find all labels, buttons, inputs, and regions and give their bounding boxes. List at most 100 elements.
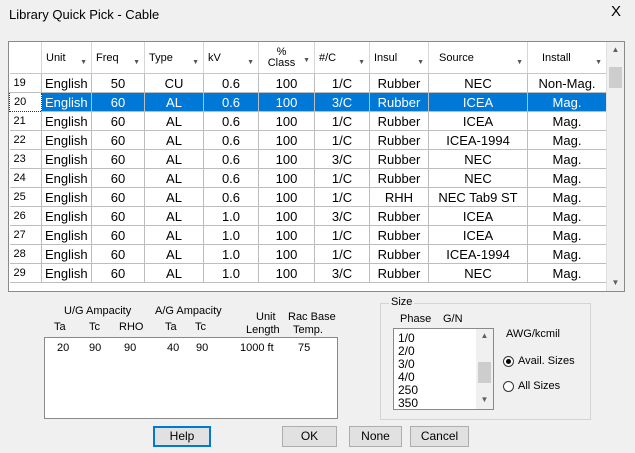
cell-source[interactable]: ICEA xyxy=(428,206,528,226)
help-button[interactable]: Help xyxy=(153,426,211,447)
cell-install[interactable]: Mag. xyxy=(527,92,607,112)
column-header-insul[interactable]: Insul ▼ xyxy=(369,42,429,74)
cell-cls[interactable]: 100 xyxy=(258,168,315,188)
cell-insul[interactable]: Rubber xyxy=(369,263,429,283)
cell-nc[interactable]: 1/C xyxy=(314,244,370,264)
sort-arrow-icon[interactable]: ▼ xyxy=(595,59,602,66)
cell-cls[interactable]: 100 xyxy=(258,130,315,150)
cell-insul[interactable]: Rubber xyxy=(369,92,429,112)
cell-type[interactable]: AL xyxy=(144,225,204,245)
close-icon[interactable]: X xyxy=(611,3,621,20)
row-number[interactable]: 28 xyxy=(9,244,42,264)
column-header-kv[interactable]: kV ▼ xyxy=(203,42,259,74)
cell-insul[interactable]: RHH xyxy=(369,187,429,207)
cell-cls[interactable]: 100 xyxy=(258,263,315,283)
cell-unit[interactable]: English xyxy=(41,244,92,264)
row-number[interactable]: 24 xyxy=(9,168,42,188)
cell-type[interactable]: AL xyxy=(144,206,204,226)
cell-source[interactable]: ICEA xyxy=(428,225,528,245)
cell-unit[interactable]: English xyxy=(41,111,92,131)
cell-insul[interactable]: Rubber xyxy=(369,168,429,188)
cancel-button[interactable]: Cancel xyxy=(410,426,469,447)
column-header-source[interactable]: Source ▼ xyxy=(428,42,528,74)
cell-cls[interactable]: 100 xyxy=(258,111,315,131)
cell-install[interactable]: Mag. xyxy=(527,111,607,131)
sort-arrow-icon[interactable]: ▼ xyxy=(133,59,140,66)
table-row[interactable]: 24 English 60 AL 0.6 100 1/C Rubber NEC Mag. xyxy=(9,168,607,188)
cell-kv[interactable]: 0.6 xyxy=(203,149,259,169)
ok-button[interactable]: OK xyxy=(282,426,337,447)
cell-type[interactable]: AL xyxy=(144,111,204,131)
row-number[interactable]: 27 xyxy=(9,225,42,245)
cell-nc[interactable]: 1/C xyxy=(314,225,370,245)
cell-freq[interactable]: 60 xyxy=(91,168,145,188)
row-number[interactable]: 22 xyxy=(9,130,42,150)
table-row[interactable]: 25 English 60 AL 0.6 100 1/C RHH NEC Tab9 ST Mag. xyxy=(9,187,607,207)
sort-arrow-icon[interactable]: ▼ xyxy=(417,59,424,66)
cell-nc[interactable]: 1/C xyxy=(314,73,370,93)
cell-cls[interactable]: 100 xyxy=(258,225,315,245)
size-list-scrollbar[interactable]: ▲ ▼ xyxy=(476,329,493,409)
sort-arrow-icon[interactable]: ▼ xyxy=(80,59,87,66)
cell-type[interactable]: AL xyxy=(144,244,204,264)
cell-nc[interactable]: 3/C xyxy=(314,149,370,169)
column-header-type[interactable]: Type ▼ xyxy=(144,42,204,74)
cell-kv[interactable]: 0.6 xyxy=(203,92,259,112)
cell-insul[interactable]: Rubber xyxy=(369,149,429,169)
cell-type[interactable]: AL xyxy=(144,149,204,169)
list-item[interactable]: 1/0 xyxy=(398,331,415,345)
cell-kv[interactable]: 0.6 xyxy=(203,111,259,131)
avail-sizes-label[interactable]: Avail. Sizes xyxy=(518,355,575,367)
cell-install[interactable]: Mag. xyxy=(527,244,607,264)
cell-insul[interactable]: Rubber xyxy=(369,130,429,150)
cell-kv[interactable]: 1.0 xyxy=(203,206,259,226)
scroll-up-arrow-icon[interactable]: ▲ xyxy=(607,45,624,54)
cell-freq[interactable]: 60 xyxy=(91,149,145,169)
cell-install[interactable]: Mag. xyxy=(527,206,607,226)
cell-insul[interactable]: Rubber xyxy=(369,225,429,245)
cell-source[interactable]: NEC xyxy=(428,168,528,188)
cell-install[interactable]: Non-Mag. xyxy=(527,73,607,93)
cell-unit[interactable]: English xyxy=(41,206,92,226)
row-number[interactable]: 29 xyxy=(9,263,42,283)
cell-nc[interactable]: 3/C xyxy=(314,92,370,112)
cell-source[interactable]: ICEA-1994 xyxy=(428,244,528,264)
column-header-unit[interactable]: Unit ▼ xyxy=(41,42,92,74)
cell-cls[interactable]: 100 xyxy=(258,187,315,207)
cell-cls[interactable]: 100 xyxy=(258,206,315,226)
cell-freq[interactable]: 60 xyxy=(91,225,145,245)
table-row[interactable]: 26 English 60 AL 1.0 100 3/C Rubber ICEA Mag. xyxy=(9,206,607,226)
cell-kv[interactable]: 0.6 xyxy=(203,130,259,150)
cell-freq[interactable]: 60 xyxy=(91,206,145,226)
table-row[interactable]: 29 English 60 AL 1.0 100 3/C Rubber NEC Mag. xyxy=(9,263,607,283)
scroll-down-arrow-icon[interactable]: ▼ xyxy=(476,395,493,404)
cell-freq[interactable]: 60 xyxy=(91,130,145,150)
cell-unit[interactable]: English xyxy=(41,187,92,207)
cell-unit[interactable]: English xyxy=(41,225,92,245)
ampacity-values-box[interactable]: 20 90 90 40 90 1000 ft 75 xyxy=(44,337,338,419)
cell-source[interactable]: NEC xyxy=(428,73,528,93)
cell-insul[interactable]: Rubber xyxy=(369,111,429,131)
cell-freq[interactable]: 60 xyxy=(91,244,145,264)
cell-kv[interactable]: 0.6 xyxy=(203,168,259,188)
cell-nc[interactable]: 1/C xyxy=(314,130,370,150)
row-number[interactable]: 25 xyxy=(9,187,42,207)
table-row[interactable]: 21 English 60 AL 0.6 100 1/C Rubber ICEA Mag. xyxy=(9,111,607,131)
cell-kv[interactable]: 0.6 xyxy=(203,73,259,93)
cell-type[interactable]: AL xyxy=(144,263,204,283)
column-header-conductors[interactable]: #/C ▼ xyxy=(314,42,370,74)
sort-arrow-icon[interactable]: ▼ xyxy=(303,55,310,66)
cell-insul[interactable]: Rubber xyxy=(369,73,429,93)
cable-library-grid[interactable]: Unit ▼ Freq ▼ Type ▼ kV ▼ % Class ▼ #/C ▼ Insu… xyxy=(8,41,625,292)
list-item[interactable]: 3/0 xyxy=(398,357,415,371)
sort-arrow-icon[interactable]: ▼ xyxy=(247,59,254,66)
sort-arrow-icon[interactable]: ▼ xyxy=(516,59,523,66)
avail-sizes-radio[interactable] xyxy=(503,356,514,367)
cell-type[interactable]: AL xyxy=(144,130,204,150)
cell-install[interactable]: Mag. xyxy=(527,130,607,150)
cell-type[interactable]: AL xyxy=(144,187,204,207)
list-item[interactable]: 250 xyxy=(398,383,418,397)
cell-source[interactable]: ICEA xyxy=(428,111,528,131)
cell-unit[interactable]: English xyxy=(41,73,92,93)
cell-freq[interactable]: 60 xyxy=(91,263,145,283)
